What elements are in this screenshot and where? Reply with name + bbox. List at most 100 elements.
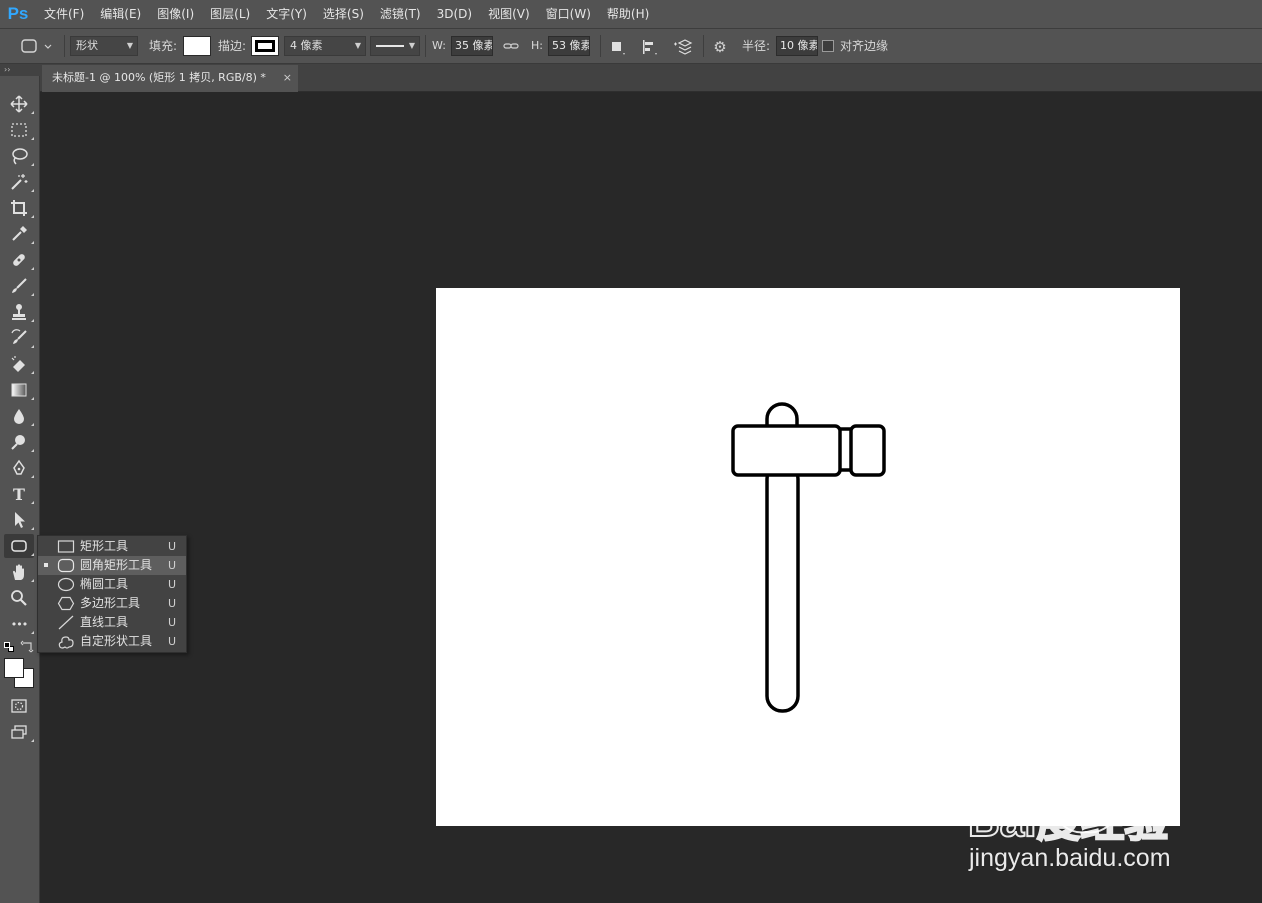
baidu-logo-text: Bai度经验 [968, 797, 1168, 846]
stroke-line-preview [376, 45, 404, 47]
height-field[interactable]: 53 像素 [548, 36, 590, 56]
flyout-item-shortcut: U [168, 597, 177, 610]
swap-colors-icon[interactable] [20, 639, 34, 653]
tool-preset-picker[interactable] [18, 37, 58, 55]
dodge-tool[interactable] [4, 430, 34, 454]
type-tool[interactable]: T [4, 482, 34, 506]
screen-mode-tool[interactable] [4, 720, 34, 744]
healing-brush-tool[interactable] [4, 248, 34, 272]
gradient-tool[interactable] [4, 378, 34, 402]
baidu-jingyan-watermark: Bai度经验 jingyan.baidu.com [964, 766, 1204, 880]
history-brush-icon [11, 329, 27, 344]
quick-mask-icon [11, 699, 27, 713]
ellipse-icon [57, 577, 75, 592]
flyout-item-shortcut: U [168, 578, 177, 591]
tool-mode-value: 形状 [76, 39, 98, 52]
rounded-rectangle-tool[interactable] [4, 534, 34, 558]
flyout-item-rectangle[interactable]: 矩形工具 U [38, 537, 186, 556]
document-tab-title: 未标题-1 @ 100% (矩形 1 拷贝, RGB/8) * [52, 71, 266, 84]
brush-tool[interactable] [4, 274, 34, 298]
toolbox: T ••• [0, 76, 40, 903]
align-edges-label: 对齐边缘 [840, 39, 889, 53]
flyout-item-ellipse[interactable]: 椭圆工具 U [38, 575, 186, 594]
width-field[interactable]: 35 像素 [451, 36, 493, 56]
menu-help[interactable]: 帮助(H) [599, 0, 657, 28]
flyout-item-label: 自定形状工具 [80, 634, 153, 648]
flyout-item-label: 圆角矩形工具 [80, 558, 153, 572]
fill-swatch[interactable] [183, 36, 211, 56]
bandage-icon [13, 254, 25, 266]
stroke-label: 描边: [218, 39, 247, 53]
drop-icon [14, 409, 24, 424]
stroke-swatch[interactable] [251, 36, 279, 56]
menu-file[interactable]: 文件(F) [36, 0, 92, 28]
flyout-item-shortcut: U [168, 559, 177, 572]
crop-tool[interactable] [4, 196, 34, 220]
document-canvas[interactable] [436, 288, 1180, 826]
clone-stamp-tool[interactable] [4, 300, 34, 324]
flyout-item-rounded-rectangle[interactable]: 圆角矩形工具 U [38, 556, 186, 575]
magic-wand-tool[interactable] [4, 170, 34, 194]
width-label: W: [432, 39, 446, 52]
flyout-item-line[interactable]: 直线工具 U [38, 613, 186, 632]
lasso-tool[interactable] [4, 144, 34, 168]
radius-field[interactable]: 10 像素 [776, 36, 818, 56]
flyout-item-polygon[interactable]: 多边形工具 U [38, 594, 186, 613]
flyout-indicator [31, 553, 34, 556]
eyedropper-tool[interactable] [4, 222, 34, 246]
menu-type[interactable]: 文字(Y) [258, 0, 315, 28]
menu-3d[interactable]: 3D(D) [429, 0, 480, 28]
toolbar-collapse-button[interactable]: ›› [0, 64, 40, 76]
flyout-indicator [31, 423, 34, 426]
path-alignment-icon[interactable] [640, 38, 658, 56]
path-operations-icon[interactable] [608, 38, 626, 56]
menu-layer[interactable]: 图层(L) [202, 0, 258, 28]
align-edges-checkbox[interactable] [822, 40, 834, 52]
flyout-indicator [31, 449, 34, 452]
flyout-indicator [31, 111, 34, 114]
hand-tool[interactable] [4, 560, 34, 584]
document-tab-strip: 未标题-1 @ 100% (矩形 1 拷贝, RGB/8) * × [40, 64, 1262, 92]
link-icon[interactable] [502, 38, 520, 56]
dodge-icon [11, 435, 25, 450]
baidu-paw-logo: Bai度经验 [967, 771, 1169, 846]
photoshop-logo: Ps [7, 4, 29, 23]
flyout-item-label: 多边形工具 [80, 596, 141, 610]
more-tools[interactable]: ••• [4, 612, 34, 636]
zoom-tool[interactable] [4, 586, 34, 610]
blur-tool[interactable] [4, 404, 34, 428]
foreground-color-swatch[interactable] [4, 658, 24, 678]
stroke-type-select[interactable]: ▼ [370, 36, 420, 56]
flyout-item-shortcut: U [168, 616, 177, 629]
stroke-width-select[interactable]: 4 像素 ▼ [284, 36, 366, 56]
swap-arrows-glyph [20, 640, 34, 653]
path-selection-tool[interactable] [4, 508, 34, 532]
flyout-item-custom-shape[interactable]: 自定形状工具 U [38, 632, 186, 651]
marquee-tool[interactable] [4, 118, 34, 142]
flyout-item-label: 矩形工具 [80, 539, 129, 553]
menu-select[interactable]: 选择(S) [315, 0, 372, 28]
menu-window[interactable]: 窗口(W) [538, 0, 599, 28]
tool-mode-select[interactable]: 形状 ▼ [70, 36, 138, 56]
crop-icon [11, 200, 27, 216]
path-arrangement-icon[interactable] [673, 38, 693, 56]
magic-wand-icon [11, 174, 28, 190]
menu-image[interactable]: 图像(I) [149, 0, 202, 28]
eraser-tool[interactable] [4, 352, 34, 376]
eraser-icon [11, 356, 25, 372]
default-colors-icon[interactable] [4, 642, 15, 653]
menu-filter[interactable]: 滤镜(T) [372, 0, 429, 28]
gear-icon[interactable]: ⚙ [711, 38, 729, 56]
menu-edit[interactable]: 编辑(E) [92, 0, 149, 28]
quick-mask-tool[interactable] [4, 694, 34, 718]
chevron-down-icon: ▼ [408, 41, 415, 50]
move-tool[interactable] [4, 92, 34, 116]
path-arrangement-glyph [674, 39, 693, 55]
close-icon[interactable]: × [283, 65, 292, 91]
document-tab[interactable]: 未标题-1 @ 100% (矩形 1 拷贝, RGB/8) * × [42, 65, 298, 92]
pen-tool[interactable] [4, 456, 34, 480]
flyout-indicator [31, 579, 34, 582]
menu-view[interactable]: 视图(V) [480, 0, 538, 28]
flyout-indicator [31, 215, 34, 218]
history-brush-tool[interactable] [4, 326, 34, 350]
